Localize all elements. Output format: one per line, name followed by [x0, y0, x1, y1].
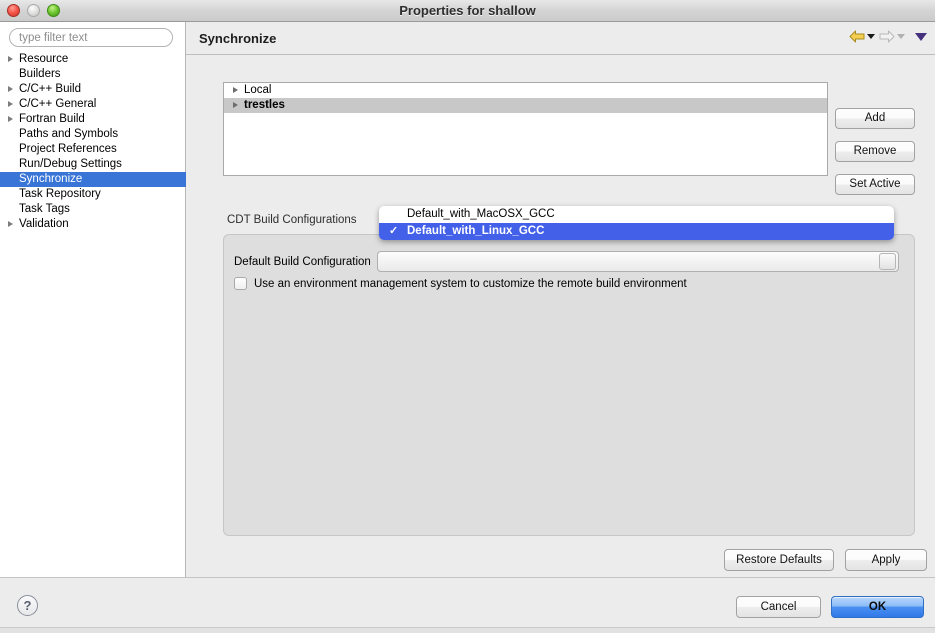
- apply-button[interactable]: Apply: [845, 549, 927, 571]
- settings-tree: Resource Builders C/C++ Build C/C++ Gene…: [0, 52, 193, 232]
- env-management-checkbox[interactable]: [234, 277, 247, 290]
- ok-button[interactable]: OK: [831, 596, 924, 618]
- remove-button[interactable]: Remove: [835, 141, 915, 162]
- expand-arrow-icon[interactable]: [233, 87, 238, 93]
- expand-arrow-icon[interactable]: [8, 101, 13, 107]
- sidebar-item-label: Task Tags: [19, 203, 70, 215]
- sidebar-item-label: Validation: [19, 218, 69, 230]
- list-item[interactable]: trestles: [224, 98, 827, 113]
- sidebar-item-validation[interactable]: Validation: [0, 217, 186, 232]
- filter-field-wrap: [9, 28, 173, 47]
- env-management-label: Use an environment management system to …: [254, 277, 687, 290]
- expand-arrow-icon[interactable]: [8, 221, 13, 227]
- sidebar-item-label: C/C++ General: [19, 98, 97, 110]
- sidebar-item-cpp-build[interactable]: C/C++ Build: [0, 82, 186, 97]
- back-button[interactable]: [848, 29, 876, 44]
- cdt-build-configurations-group: Default Build Configuration Use an envir…: [223, 234, 915, 536]
- dropdown-option-macosx[interactable]: Default_with_MacOSX_GCC: [379, 206, 894, 223]
- dropdown-option-label: Default_with_MacOSX_GCC: [407, 208, 555, 220]
- list-item[interactable]: Local: [224, 83, 827, 98]
- sidebar-item-label: C/C++ Build: [19, 83, 82, 95]
- expand-arrow-icon[interactable]: [233, 102, 238, 108]
- default-build-configuration-label: Default Build Configuration: [234, 255, 371, 268]
- list-item-label: Local: [244, 84, 272, 96]
- status-bar: [0, 627, 935, 633]
- sidebar-item-resource[interactable]: Resource: [0, 52, 186, 67]
- group-legend: CDT Build Configurations: [227, 214, 357, 226]
- forward-button[interactable]: [878, 29, 906, 44]
- forward-arrow-icon: [879, 30, 895, 43]
- navigation-toolbar: [848, 29, 927, 44]
- dropdown-option-label: Default_with_Linux_GCC: [407, 225, 545, 237]
- sync-providers-list[interactable]: Local trestles: [223, 82, 828, 176]
- content-panel: Synchronize Local trestles Add Remove Se…: [186, 22, 935, 577]
- expand-arrow-icon[interactable]: [8, 116, 13, 122]
- checkmark-icon: ✓: [389, 225, 399, 237]
- sidebar-item-builders[interactable]: Builders: [0, 67, 186, 82]
- set-active-button[interactable]: Set Active: [835, 174, 915, 195]
- sidebar-item-task-tags[interactable]: Task Tags: [0, 202, 186, 217]
- env-management-checkbox-row[interactable]: Use an environment management system to …: [234, 277, 687, 290]
- sidebar-item-label: Paths and Symbols: [19, 128, 119, 140]
- sidebar-item-fortran-build[interactable]: Fortran Build: [0, 112, 186, 127]
- sidebar-item-label: Fortran Build: [19, 113, 85, 125]
- list-item-label: trestles: [244, 99, 285, 111]
- sidebar-item-run-debug-settings[interactable]: Run/Debug Settings: [0, 157, 186, 172]
- sidebar-item-synchronize[interactable]: Synchronize: [0, 172, 193, 187]
- sidebar-item-label: Synchronize: [19, 173, 83, 185]
- properties-dialog: Properties for shallow Resource Builders…: [0, 0, 935, 633]
- help-icon[interactable]: ?: [17, 595, 38, 616]
- sidebar-item-project-references[interactable]: Project References: [0, 142, 186, 157]
- sidebar-item-label: Run/Debug Settings: [19, 158, 122, 170]
- dropdown-option-linux[interactable]: ✓ Default_with_Linux_GCC: [379, 223, 894, 240]
- add-button[interactable]: Add: [835, 108, 915, 129]
- window-title: Properties for shallow: [399, 3, 536, 18]
- sidebar-item-label: Project References: [19, 143, 117, 155]
- filter-input[interactable]: [9, 28, 173, 47]
- sidebar-item-label: Task Repository: [19, 188, 101, 200]
- cancel-button[interactable]: Cancel: [736, 596, 821, 618]
- restore-defaults-button[interactable]: Restore Defaults: [724, 549, 834, 571]
- view-menu-chevron-icon[interactable]: [915, 32, 927, 41]
- sidebar-item-label: Builders: [19, 68, 61, 80]
- default-build-configuration-row: Default Build Configuration: [234, 251, 899, 272]
- sidebar: Resource Builders C/C++ Build C/C++ Gene…: [0, 22, 193, 577]
- chevron-down-icon[interactable]: [867, 34, 875, 39]
- chevron-down-icon[interactable]: [897, 34, 905, 39]
- sidebar-item-label: Resource: [19, 53, 69, 65]
- page-header: Synchronize: [186, 22, 935, 55]
- expand-arrow-icon[interactable]: [8, 56, 13, 62]
- back-arrow-icon: [849, 30, 865, 43]
- default-build-configuration-combo[interactable]: [376, 251, 899, 272]
- page-title: Synchronize: [199, 31, 277, 46]
- sidebar-item-task-repository[interactable]: Task Repository: [0, 187, 186, 202]
- title-bar: Properties for shallow: [0, 0, 935, 22]
- footer-divider: [0, 577, 935, 578]
- sidebar-item-paths-and-symbols[interactable]: Paths and Symbols: [0, 127, 186, 142]
- sidebar-item-cpp-general[interactable]: C/C++ General: [0, 97, 186, 112]
- combo-arrows-icon[interactable]: [878, 253, 896, 270]
- build-configuration-dropdown-menu[interactable]: Default_with_MacOSX_GCC ✓ Default_with_L…: [379, 206, 894, 240]
- expand-arrow-icon[interactable]: [8, 86, 13, 92]
